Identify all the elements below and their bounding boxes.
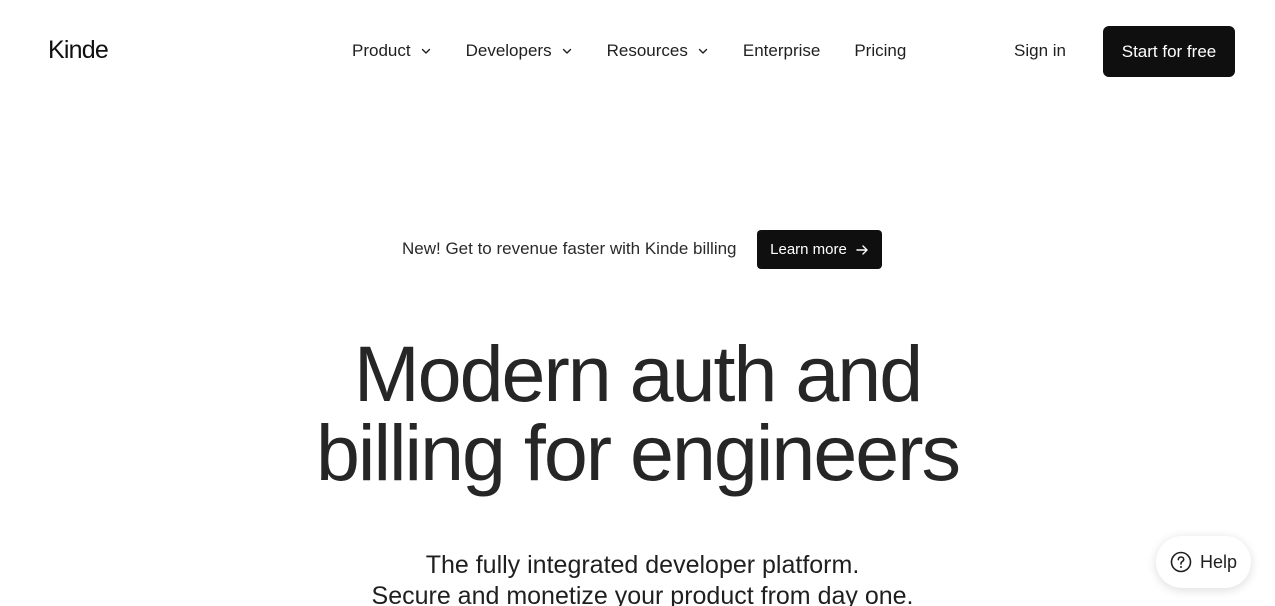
nav-resources-label: Resources [606, 41, 688, 60]
help-label: Help [1199, 551, 1238, 572]
kinde-logo[interactable]: Kinde [48, 34, 109, 66]
nav-developers-label: Developers [465, 41, 552, 60]
hero-subtitle-line-2: Secure and monetize your product from da… [371, 582, 914, 606]
nav-pricing[interactable]: Pricing [854, 38, 906, 64]
learn-more-button[interactable]: Learn more [757, 230, 882, 269]
hero-subtitle-line-1: The fully integrated developer platform. [425, 551, 860, 579]
hero-title: Modern auth and billing for engineers [0, 334, 1275, 492]
chevron-down-icon [421, 48, 430, 54]
main-nav: Product Developers Resources Enterprise … [352, 38, 906, 64]
sign-in-link[interactable]: Sign in [1014, 38, 1066, 64]
nav-product-label: Product [352, 41, 411, 60]
nav-developers[interactable]: Developers [466, 38, 573, 64]
chevron-down-icon [698, 48, 708, 54]
hero-title-line-1: Modern auth and [353, 329, 923, 418]
help-button[interactable]: Help [1156, 536, 1251, 588]
learn-more-label: Learn more [770, 241, 847, 258]
nav-resources[interactable]: Resources [607, 38, 709, 64]
announcement-text: New! Get to revenue faster with Kinde bi… [402, 239, 737, 258]
start-for-free-label: Start for free [1121, 41, 1217, 61]
arrow-right-icon [856, 244, 868, 255]
hero-subtitle: The fully integrated developer platform.… [0, 550, 1275, 606]
nav-product[interactable]: Product [352, 38, 432, 64]
nav-enterprise-label: Enterprise [742, 41, 821, 60]
page: Kinde Product Developers Resources Enter… [0, 0, 1275, 606]
nav-enterprise[interactable]: Enterprise [743, 38, 820, 64]
question-circle-icon [1170, 551, 1192, 573]
nav-pricing-label: Pricing [854, 41, 907, 60]
start-for-free-button[interactable]: Start for free [1103, 26, 1235, 77]
hero-title-line-2: billing for engineers [315, 408, 961, 497]
chevron-down-icon [562, 48, 571, 54]
